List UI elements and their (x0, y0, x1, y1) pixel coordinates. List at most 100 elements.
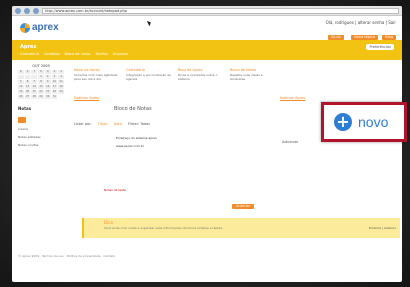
app-header: aprex Olá, rodrigues | alterar senha | S… (12, 16, 402, 40)
filter-select[interactable]: Filtrar: Todas (128, 122, 150, 126)
news-all-link[interactable]: Notícias Aprex (280, 96, 305, 100)
logo-text: aprex (32, 22, 59, 33)
calendar-month-title: OUT 2009 (32, 64, 50, 68)
news-text: Soluções com mais agilidade para seu dia… (74, 73, 118, 81)
footer: © Aprex 2009 · Termos de uso · Política … (18, 254, 116, 258)
calendar-weekday: S (58, 70, 64, 74)
calendar-weekday: Q (38, 70, 44, 74)
forward-icon[interactable] (24, 7, 30, 14)
sidebar-item-hidden[interactable]: Notas ocultas (18, 143, 64, 147)
logo-icon (20, 22, 30, 33)
calendar-weekday: S (51, 70, 58, 74)
calendar-weekday: D (18, 70, 24, 74)
user-info[interactable]: Olá, rodrigues | alterar senha | Sair (326, 20, 396, 25)
news-text: Integração e sincronização de agenda (126, 73, 171, 81)
news-item: Bloco de Notas Registre suas ideias e le… (230, 68, 276, 81)
calendar-day[interactable]: 11 (58, 80, 64, 84)
calendar-day[interactable]: 5 (18, 80, 24, 84)
news-title[interactable]: Novo no Aprex (74, 68, 120, 72)
calendar-day[interactable]: 27 (24, 95, 31, 99)
previous-page-button[interactable]: Anterior (232, 204, 255, 209)
calendar-day[interactable]: 24 (51, 90, 58, 94)
calendar-day[interactable]: 29 (38, 95, 44, 99)
page-title: Bloco de Notas (114, 106, 152, 112)
calendar-day[interactable] (18, 75, 24, 79)
submenu-item-notepad[interactable]: Bloco de notas (65, 52, 91, 56)
calendar-day[interactable]: 21 (31, 90, 38, 94)
calendar-day[interactable]: 20 (24, 90, 31, 94)
sort-by-title-link[interactable]: Título (98, 122, 108, 126)
calendar-day[interactable]: 13 (24, 85, 31, 89)
list-item[interactable]: www.aprex.com.br (74, 144, 314, 148)
back-icon[interactable] (15, 7, 21, 14)
calendar-day[interactable]: 26 (18, 95, 24, 99)
news-row: Novo no Aprex Soluções com mais agilidad… (74, 68, 394, 81)
novo-label: novo (358, 114, 389, 130)
news-text: Dicas e novidades sobre o sistema (178, 73, 218, 81)
calendar-day[interactable]: 7 (31, 80, 38, 84)
tip-title: Dica (104, 220, 113, 225)
news-title[interactable]: Blog do Aprex (178, 68, 224, 72)
news-item: Novo no Aprex Soluções com mais agilidad… (74, 68, 120, 81)
calendar-day[interactable]: 23 (44, 90, 51, 94)
logo[interactable]: aprex (20, 22, 59, 33)
calendar-grid: D S T Q Q S S 1 2 3 4 5 6 7 8 9 10 11 12 13 14 15 16 17 18 19 20 21… (18, 70, 64, 99)
screen: http://www.aprex.com.br/account/notepad.… (12, 6, 402, 282)
calendar-day[interactable]: 18 (58, 85, 64, 89)
tip-box: Dica Você pode criar notas e organizar s… (82, 218, 400, 238)
calendar-day[interactable]: 12 (18, 85, 24, 89)
calendar-day[interactable]: 28 (31, 95, 38, 99)
calendar-day[interactable]: 10 (51, 80, 58, 84)
preferences-button[interactable]: Preferências (366, 44, 394, 50)
submenu-item-files[interactable]: Arquivos (113, 52, 128, 56)
calendar-day[interactable]: 25 (58, 90, 64, 94)
news-text: Registre suas ideias e lembretes (230, 73, 263, 81)
list-item[interactable]: Endereço do sistema aprex (74, 136, 314, 140)
notes-panel: Bloco de Notas Listar por: Título Data F… (74, 106, 314, 216)
url-field[interactable]: http://www.aprex.com.br/account/notepad.… (42, 7, 399, 14)
sidebar-item-trash[interactable]: Lixeira (18, 127, 64, 131)
submenu-item-contacts[interactable]: Contatos (44, 52, 60, 56)
calendar-day[interactable]: 15 (38, 85, 44, 89)
news-all-link[interactable]: Notícias Aprex (74, 96, 99, 100)
calendar-day[interactable]: 2 (44, 75, 51, 79)
calendar-day[interactable] (24, 75, 31, 79)
calendar-day[interactable]: 14 (31, 85, 38, 89)
browser-toolbar: http://www.aprex.com.br/account/notepad.… (12, 6, 402, 16)
calendar-weekday: Q (44, 70, 51, 74)
notes-filters: Listar por: Título Data Filtrar: Todas (74, 122, 314, 126)
calendar-day[interactable]: 16 (44, 85, 51, 89)
calendar-day[interactable]: 9 (44, 80, 51, 84)
tip-text: Você pode criar notas e organizar suas i… (104, 226, 223, 230)
list-item[interactable]: Notas de teste (104, 188, 126, 192)
mini-calendar: OUT 2009 D S T Q Q S S 1 2 3 4 5 6 7 8 9 10 11 12 13 14 15 16 1… (18, 64, 64, 99)
submenu-item-tasks[interactable]: Tarefas (95, 52, 107, 56)
calendar-weekday: T (31, 70, 38, 74)
add-note-link[interactable]: Adicionar (282, 140, 298, 144)
submenu-item-calendar[interactable]: Calendário (20, 52, 39, 56)
news-title[interactable]: Calendário (126, 68, 172, 72)
calendar-day[interactable]: 22 (38, 90, 44, 94)
tip-nav[interactable]: Próxima | Anterior (369, 226, 396, 230)
calendar-day[interactable]: 8 (38, 80, 44, 84)
news-title[interactable]: Bloco de Notas (230, 68, 276, 72)
plus-circle-icon: + (334, 113, 352, 131)
calendar-day[interactable] (31, 75, 38, 79)
filter-label: Listar por: (74, 122, 92, 126)
calendar-day[interactable]: 30 (44, 95, 51, 99)
calendar-day[interactable]: 4 (58, 75, 64, 79)
reload-icon[interactable] (33, 7, 39, 14)
news-item: Calendário Integração e sincronização de… (126, 68, 172, 81)
novo-callout[interactable]: + novo (321, 102, 407, 142)
calendar-day[interactable]: 31 (51, 95, 58, 99)
sort-by-date-link[interactable]: Data (114, 122, 122, 126)
sidebar-item-edited[interactable]: Notas editadas (18, 135, 64, 139)
submenu: Calendário Contatos Bloco de notas Taref… (20, 52, 128, 56)
calendar-day[interactable]: 17 (51, 85, 58, 89)
yellow-bar: Aprex Calendário Contatos Bloco de notas… (12, 40, 402, 60)
calendar-day[interactable]: 6 (24, 80, 31, 84)
calendar-day[interactable]: 1 (38, 75, 44, 79)
calendar-day[interactable]: 3 (51, 75, 58, 79)
sidebar-new-button[interactable] (18, 117, 26, 123)
calendar-day[interactable]: 19 (18, 90, 24, 94)
